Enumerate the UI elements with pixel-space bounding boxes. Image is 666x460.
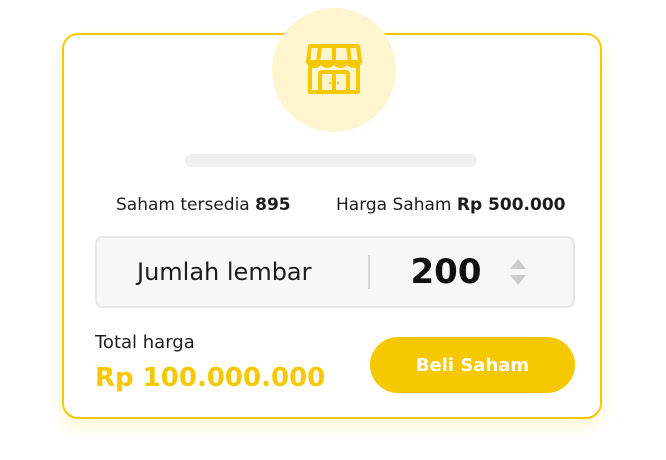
stage: Saham tersedia 895 Harga Saham Rp 500.00… xyxy=(0,0,666,460)
stock-price-info: Harga Saham Rp 500.000 xyxy=(336,195,565,215)
shop-icon-badge xyxy=(272,8,396,132)
stock-available-info: Saham tersedia 895 xyxy=(116,195,291,215)
stock-progress-bar xyxy=(185,154,477,167)
stock-available-value: 895 xyxy=(255,195,291,215)
stock-price-value: Rp 500.000 xyxy=(456,195,566,215)
total-price-value: Rp 100.000.000 xyxy=(95,363,326,393)
quantity-stepper[interactable] xyxy=(507,256,529,288)
quantity-field: Jumlah lembar xyxy=(95,236,575,308)
buy-stock-button[interactable]: Beli Saham xyxy=(370,337,575,393)
stepper-arrows-icon xyxy=(507,256,529,288)
quantity-input[interactable] xyxy=(387,252,505,292)
total-price-label: Total harga xyxy=(95,332,195,353)
stock-price-label: Harga Saham xyxy=(336,195,452,215)
quantity-divider xyxy=(368,255,370,289)
shop-icon xyxy=(302,36,366,104)
quantity-label: Jumlah lembar xyxy=(137,258,312,286)
stock-available-label: Saham tersedia xyxy=(116,195,250,215)
